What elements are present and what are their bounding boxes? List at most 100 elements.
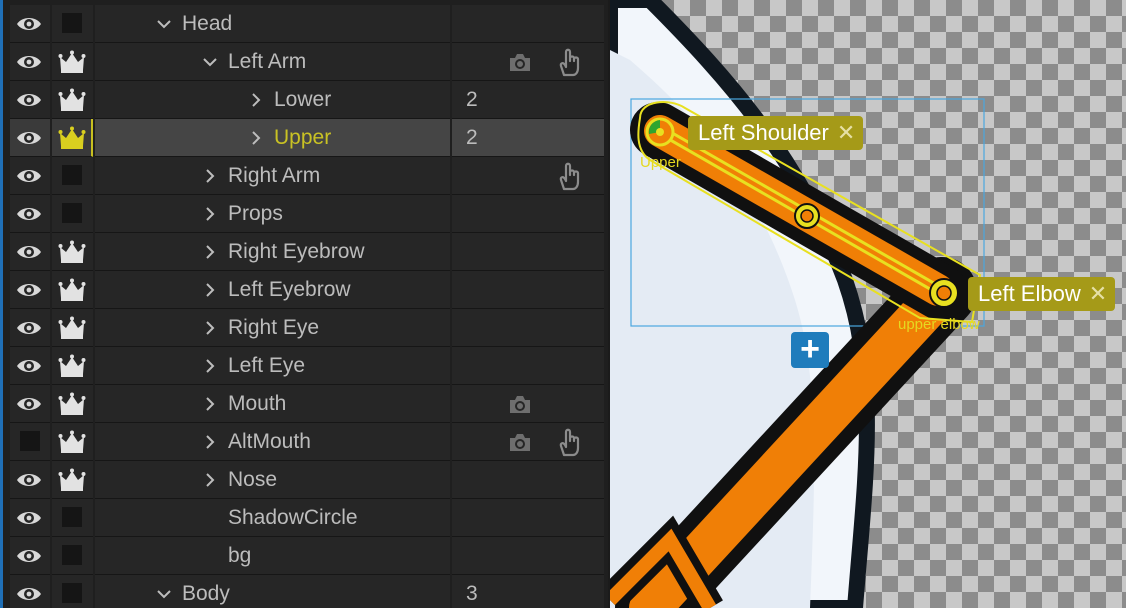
eye-icon[interactable] xyxy=(15,90,43,110)
left-shoulder-tag-label: Left Shoulder xyxy=(698,120,829,145)
chevron-down-icon-glyph xyxy=(157,590,171,599)
close-icon[interactable]: ✕ xyxy=(837,120,855,145)
independence-toggle[interactable] xyxy=(62,545,82,565)
layer-row-cell xyxy=(452,537,604,575)
layer-name: Lower xyxy=(274,88,332,111)
independence-toggle[interactable] xyxy=(62,507,82,527)
crown-icon[interactable] xyxy=(58,392,86,416)
camera-icon[interactable] xyxy=(508,51,532,73)
crown-icon-glyph xyxy=(58,468,86,491)
chevron-right-icon-glyph xyxy=(206,435,215,449)
crown-icon[interactable] xyxy=(58,240,86,264)
hand-icon[interactable] xyxy=(555,161,583,191)
chevron-right-icon-glyph xyxy=(206,359,215,373)
chevron-right-icon[interactable] xyxy=(202,358,218,374)
eye-icon[interactable] xyxy=(15,280,43,300)
layer-row[interactable]: ShadowCircle xyxy=(0,499,604,537)
left-shoulder-tag[interactable]: Left Shoulder ✕ xyxy=(688,116,864,150)
crown-icon[interactable] xyxy=(58,50,86,74)
layer-row[interactable]: Right Eye xyxy=(0,309,604,347)
camera-icon-glyph xyxy=(510,434,530,451)
hand-icon-glyph xyxy=(559,162,580,191)
chevron-right-icon[interactable] xyxy=(202,320,218,336)
eye-icon-glyph xyxy=(17,246,41,258)
crown-icon[interactable] xyxy=(58,430,86,454)
crown-icon[interactable] xyxy=(58,316,86,340)
eye-icon[interactable] xyxy=(15,546,43,566)
hand-icon[interactable] xyxy=(555,427,583,457)
eye-icon[interactable] xyxy=(15,470,43,490)
layer-count: 2 xyxy=(466,126,478,149)
layer-row[interactable]: Body 3 xyxy=(0,575,604,608)
independence-toggle[interactable] xyxy=(62,203,82,223)
layer-row[interactable]: AltMouth xyxy=(0,423,604,461)
close-icon[interactable]: ✕ xyxy=(1089,281,1107,306)
chevron-right-icon[interactable] xyxy=(202,396,218,412)
layer-name: Body xyxy=(182,582,230,605)
crown-icon[interactable] xyxy=(58,88,86,112)
eye-icon-glyph xyxy=(17,94,41,106)
layer-row[interactable]: Nose xyxy=(0,461,604,499)
eye-icon-glyph xyxy=(17,398,41,410)
layer-row[interactable]: Right Eyebrow xyxy=(0,233,604,271)
layer-row[interactable]: Lower 2 xyxy=(0,81,604,119)
eye-icon[interactable] xyxy=(15,394,43,414)
eye-icon[interactable] xyxy=(15,356,43,376)
independence-toggle[interactable] xyxy=(62,165,82,185)
eye-icon-glyph xyxy=(17,56,41,68)
independence-toggle[interactable] xyxy=(62,13,82,33)
layer-row[interactable]: Left Arm xyxy=(0,43,604,81)
chevron-down-icon-glyph xyxy=(203,58,217,67)
eye-icon[interactable] xyxy=(15,318,43,338)
eye-icon[interactable] xyxy=(15,204,43,224)
chevron-right-icon[interactable] xyxy=(202,206,218,222)
chevron-right-icon[interactable] xyxy=(202,282,218,298)
chevron-down-icon[interactable] xyxy=(156,16,172,32)
chevron-right-icon[interactable] xyxy=(202,244,218,260)
layer-name: Mouth xyxy=(228,392,287,415)
eye-icon[interactable] xyxy=(15,166,43,186)
eye-icon[interactable] xyxy=(15,52,43,72)
eye-icon-glyph xyxy=(17,322,41,334)
layer-row[interactable]: Head xyxy=(0,5,604,43)
chevron-down-icon[interactable] xyxy=(202,54,218,70)
camera-icon[interactable] xyxy=(508,431,532,453)
chevron-down-icon-glyph xyxy=(157,20,171,29)
eye-icon[interactable] xyxy=(15,508,43,528)
eye-icon[interactable] xyxy=(15,242,43,262)
layer-row-cell xyxy=(452,5,604,43)
layer-row[interactable]: Left Eye xyxy=(0,347,604,385)
chevron-right-icon[interactable] xyxy=(202,434,218,450)
hand-icon[interactable] xyxy=(555,47,583,77)
chevron-right-icon[interactable] xyxy=(202,168,218,184)
layer-name: AltMouth xyxy=(228,430,311,453)
crown-icon[interactable] xyxy=(58,468,86,492)
chevron-right-icon[interactable] xyxy=(202,472,218,488)
layer-row[interactable]: bg xyxy=(0,537,604,575)
canvas-viewport[interactable]: Upper upper elbow Left Shoulder ✕ Left El… xyxy=(610,0,1126,608)
camera-icon[interactable] xyxy=(508,393,532,415)
crown-icon[interactable] xyxy=(58,126,86,150)
crown-icon[interactable] xyxy=(58,354,86,378)
eye-icon[interactable] xyxy=(15,14,43,34)
eye-icon[interactable] xyxy=(15,584,43,604)
add-handle-button[interactable]: + xyxy=(791,332,829,368)
layer-row[interactable]: Props xyxy=(0,195,604,233)
layer-name: ShadowCircle xyxy=(228,506,358,529)
layer-row[interactable]: Mouth xyxy=(0,385,604,423)
chevron-down-icon[interactable] xyxy=(156,586,172,602)
chevron-right-icon[interactable] xyxy=(248,92,264,108)
eye-icon[interactable] xyxy=(15,128,43,148)
eye-icon-glyph xyxy=(17,132,41,144)
visibility-toggle[interactable] xyxy=(20,431,40,451)
layer-row[interactable]: Left Eyebrow xyxy=(0,271,604,309)
crown-icon[interactable] xyxy=(58,278,86,302)
layer-row[interactable]: Upper 2 xyxy=(0,119,604,157)
layer-row[interactable]: Right Arm xyxy=(0,157,604,195)
layer-name: Props xyxy=(228,202,283,225)
crown-icon-glyph xyxy=(58,88,86,111)
camera-icon-glyph xyxy=(510,396,530,413)
left-elbow-tag[interactable]: Left Elbow ✕ xyxy=(968,277,1116,311)
independence-toggle[interactable] xyxy=(62,583,82,603)
chevron-right-icon[interactable] xyxy=(248,130,264,146)
